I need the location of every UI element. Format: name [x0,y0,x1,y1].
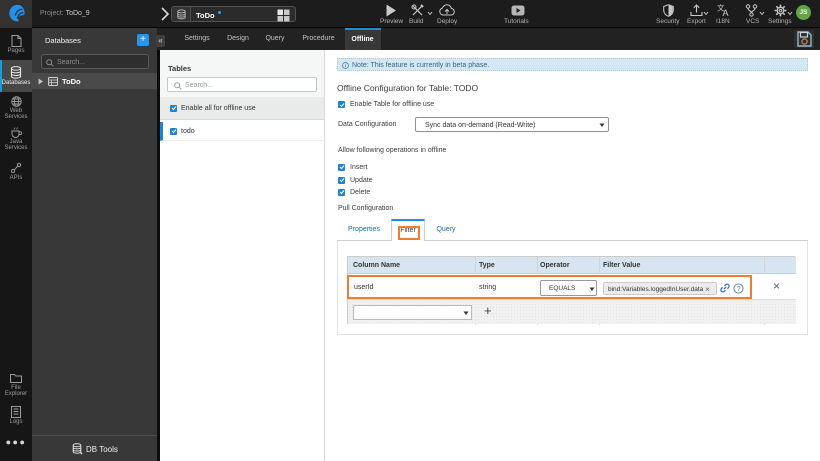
svg-text:A: A [723,8,729,17]
